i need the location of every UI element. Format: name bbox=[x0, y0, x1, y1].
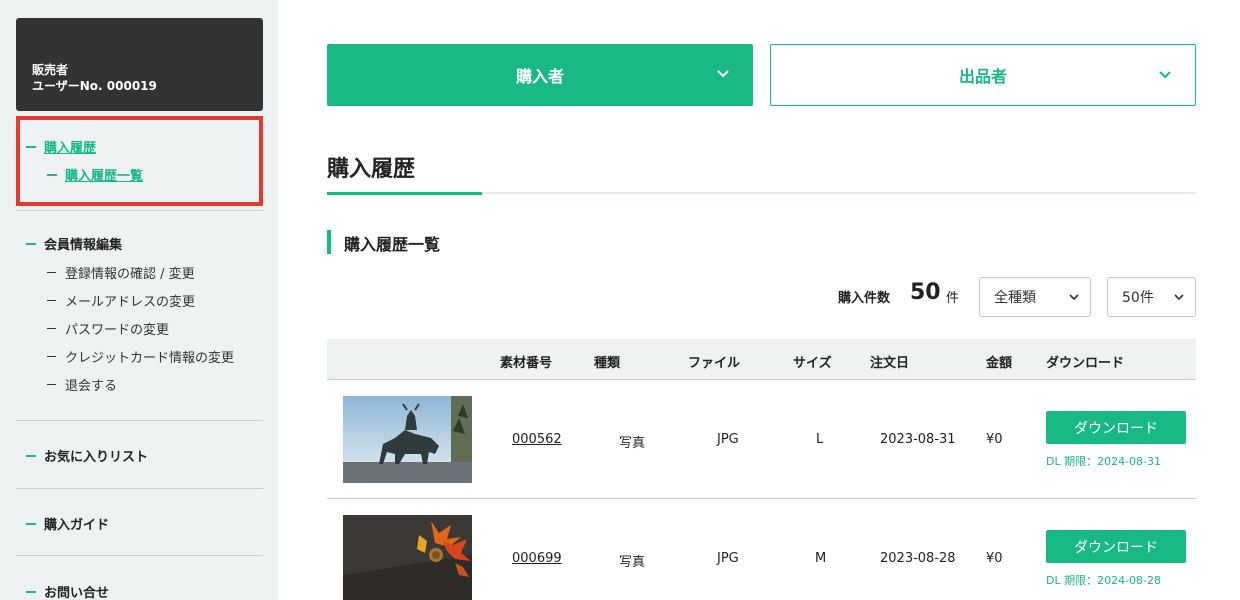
dash-icon bbox=[26, 590, 36, 593]
file-cell: JPG bbox=[717, 432, 739, 447]
sidebar-item-label: パスワードの変更 bbox=[65, 323, 170, 338]
sidebar-item-label: 購入履歴一覧 bbox=[65, 169, 144, 184]
chevron-down-icon bbox=[1159, 71, 1171, 79]
column-header-id: 素材番号 bbox=[500, 356, 553, 371]
sidebar-item-label: 購入ガイド bbox=[44, 518, 110, 533]
sidebar-item-label: 購入履歴 bbox=[44, 141, 97, 156]
size-cell: M bbox=[815, 551, 827, 566]
dash-icon bbox=[26, 242, 36, 245]
dash-icon bbox=[47, 356, 56, 357]
highlight-box bbox=[16, 116, 263, 206]
sidebar-item-member-edit[interactable]: 会員情報編集 bbox=[26, 234, 122, 253]
sidebar-item-withdraw[interactable]: 退会する bbox=[47, 375, 117, 394]
divider bbox=[16, 488, 263, 489]
download-limit: DL 期限：2024-08-31 bbox=[1046, 455, 1162, 468]
sidebar-item-purchase-history[interactable]: 購入履歴 bbox=[26, 137, 96, 156]
date-cell: 2023-08-28 bbox=[880, 551, 956, 566]
column-header-price: 金額 bbox=[986, 356, 1013, 371]
select-value: 全種類 bbox=[994, 290, 1036, 306]
tab-label: 出品者 bbox=[958, 67, 1007, 86]
sidebar-item-password[interactable]: パスワードの変更 bbox=[47, 319, 169, 338]
sidebar-item-guide[interactable]: 購入ガイド bbox=[26, 514, 109, 533]
tab-label: 購入者 bbox=[515, 67, 564, 86]
sidebar-item-favorites[interactable]: お気に入りリスト bbox=[26, 446, 148, 465]
table-row: 000562 写真 JPG L 2023-08-31 ¥0 ダウンロード DL … bbox=[327, 380, 1196, 499]
section-marker bbox=[327, 230, 331, 254]
divider bbox=[16, 555, 263, 556]
chevron-down-icon bbox=[1174, 294, 1184, 301]
dash-icon bbox=[26, 145, 36, 148]
sidebar-item-profile[interactable]: 登録情報の確認 / 変更 bbox=[47, 263, 195, 282]
section-title: 購入履歴一覧 bbox=[344, 235, 441, 254]
sidebar-item-label: 退会する bbox=[65, 379, 118, 394]
divider bbox=[16, 420, 263, 421]
sidebar-item-label: お問い合せ bbox=[44, 586, 110, 600]
sidebar-item-credit-card[interactable]: クレジットカード情報の変更 bbox=[47, 347, 234, 366]
sidebar-item-label: お気に入りリスト bbox=[44, 450, 149, 465]
file-cell: JPG bbox=[717, 551, 739, 566]
column-header-file: ファイル bbox=[688, 356, 741, 371]
dash-icon bbox=[47, 272, 56, 273]
user-role: 販売者 bbox=[32, 63, 69, 77]
title-underline-accent bbox=[327, 192, 482, 195]
table-header: 素材番号 種類 ファイル サイズ 注文日 金額 ダウンロード bbox=[327, 339, 1196, 380]
size-cell: L bbox=[816, 432, 824, 447]
purchase-count-unit: 件 bbox=[946, 291, 960, 306]
dash-icon bbox=[47, 384, 56, 385]
select-value: 50件 bbox=[1122, 290, 1154, 306]
purchase-count: 50 bbox=[910, 280, 941, 305]
dash-icon bbox=[47, 328, 56, 329]
column-header-size: サイズ bbox=[793, 356, 832, 371]
price-cell: ¥0 bbox=[986, 551, 1003, 566]
sidebar-item-purchase-history-list[interactable]: 購入履歴一覧 bbox=[47, 165, 143, 184]
dash-icon bbox=[26, 522, 36, 525]
column-header-type: 種類 bbox=[594, 356, 621, 371]
price-cell: ¥0 bbox=[986, 432, 1003, 447]
sidebar: 販売者 ユーザーNo. 000019 購入履歴 購入履歴一覧 会員情報編集 登録… bbox=[0, 0, 278, 600]
date-cell: 2023-08-31 bbox=[880, 432, 956, 447]
purchase-count-label: 購入件数 bbox=[838, 291, 891, 306]
type-cell: 写真 bbox=[619, 555, 646, 570]
dash-icon bbox=[47, 300, 56, 301]
download-limit: DL 期限：2024-08-28 bbox=[1046, 574, 1162, 587]
per-page-select[interactable]: 50件 bbox=[1107, 277, 1196, 317]
tab-seller[interactable]: 出品者 bbox=[770, 44, 1196, 106]
dash-icon bbox=[26, 454, 36, 457]
thumbnail-image[interactable] bbox=[343, 396, 472, 483]
table-row: 000699 写真 JPG M 2023-08-28 ¥0 ダウンロード DL … bbox=[327, 499, 1196, 600]
download-button[interactable]: ダウンロード bbox=[1046, 411, 1186, 444]
sidebar-item-email[interactable]: メールアドレスの変更 bbox=[47, 291, 195, 310]
user-info-box: 販売者 ユーザーNo. 000019 bbox=[16, 18, 263, 111]
download-button[interactable]: ダウンロード bbox=[1046, 530, 1186, 563]
material-id-link[interactable]: 000699 bbox=[512, 551, 562, 566]
material-id-link[interactable]: 000562 bbox=[512, 432, 562, 447]
type-filter-select[interactable]: 全種類 bbox=[979, 277, 1091, 317]
type-cell: 写真 bbox=[619, 436, 646, 451]
sidebar-item-label: 登録情報の確認 / 変更 bbox=[65, 267, 195, 282]
column-header-download: ダウンロード bbox=[1046, 356, 1125, 371]
page-title: 購入履歴 bbox=[327, 157, 416, 182]
tab-buyer[interactable]: 購入者 bbox=[327, 44, 753, 106]
divider bbox=[16, 210, 263, 211]
chevron-down-icon bbox=[717, 70, 729, 78]
sidebar-item-label: 会員情報編集 bbox=[44, 238, 123, 253]
chevron-down-icon bbox=[1069, 294, 1079, 301]
column-header-date: 注文日 bbox=[870, 356, 910, 371]
dash-icon bbox=[47, 173, 57, 176]
sidebar-item-contact[interactable]: お問い合せ bbox=[26, 582, 109, 600]
sidebar-item-label: メールアドレスの変更 bbox=[65, 295, 196, 310]
thumbnail-image[interactable] bbox=[343, 515, 472, 600]
user-number: ユーザーNo. 000019 bbox=[32, 79, 157, 93]
sidebar-item-label: クレジットカード情報の変更 bbox=[65, 351, 235, 366]
